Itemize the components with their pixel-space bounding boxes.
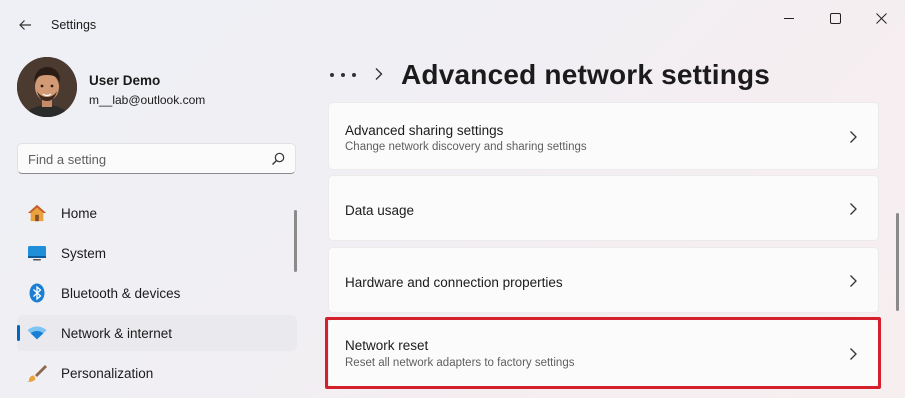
sidebar-item-personalization[interactable]: Personalization [17,355,297,391]
setting-title: Hardware and connection properties [345,275,563,290]
search-input[interactable]: Find a setting [28,152,106,167]
user-name: User Demo [89,73,161,88]
page-title: Advanced network settings [401,59,771,90]
maximize-icon [829,12,841,24]
setting-title: Network reset [345,338,429,353]
search-icon [272,152,285,165]
minimize-button[interactable] [766,4,812,32]
sidebar-item-bluetooth[interactable]: Bluetooth & devices [17,275,297,311]
setting-hardware-connection-properties[interactable]: Hardware and connection properties [328,247,879,313]
chevron-right-icon [850,203,857,215]
sidebar-item-system[interactable]: System [17,235,297,271]
maximize-button[interactable] [812,4,858,32]
sidebar-item-label: Bluetooth & devices [61,286,181,301]
setting-subtitle: Change network discovery and sharing set… [345,141,587,153]
selection-indicator [17,325,20,341]
setting-subtitle: Reset all network adapters to factory se… [345,357,575,369]
sidebar-item-label: System [61,246,107,261]
setting-network-reset[interactable]: Network reset Reset all network adapters… [328,319,879,387]
system-icon [27,243,47,263]
app-title: Settings [51,18,97,32]
content-scrollbar[interactable] [896,213,899,311]
chevron-right-icon [375,68,383,80]
minimize-icon [784,18,794,19]
title-bar: Settings [0,0,905,48]
setting-advanced-sharing[interactable]: Advanced sharing settings Change network… [328,102,879,170]
chevron-right-icon [850,275,857,287]
more-dot-icon [330,73,334,77]
chevron-right-icon [850,131,857,143]
bluetooth-icon [27,283,47,303]
back-arrow-icon [19,20,31,30]
sidebar-item-label: Personalization [61,366,154,381]
more-dot-icon [341,73,345,77]
brush-icon [27,363,47,383]
sidebar-scrollbar[interactable] [294,210,297,272]
avatar-image [17,57,77,117]
more-dot-icon [352,73,356,77]
setting-title: Advanced sharing settings [345,123,504,138]
sidebar-item-home[interactable]: Home [17,195,297,231]
close-icon [875,12,887,24]
user-email: m__lab@outlook.com [89,93,206,107]
setting-data-usage[interactable]: Data usage [328,175,879,241]
sidebar-nav: Home System Bluetooth & devices Network … [17,195,297,395]
setting-title: Data usage [345,203,415,218]
sidebar-item-label: Network & internet [61,326,173,341]
wifi-icon [27,323,47,343]
sidebar-item-label: Home [61,206,98,221]
chevron-right-icon [850,348,857,360]
sidebar-item-network[interactable]: Network & internet [17,315,297,351]
back-button[interactable] [10,12,40,38]
breadcrumb-more-button[interactable] [330,64,356,86]
avatar[interactable] [17,57,77,117]
home-icon [27,203,47,223]
search-box[interactable]: Find a setting [17,143,296,174]
close-button[interactable] [858,4,904,32]
